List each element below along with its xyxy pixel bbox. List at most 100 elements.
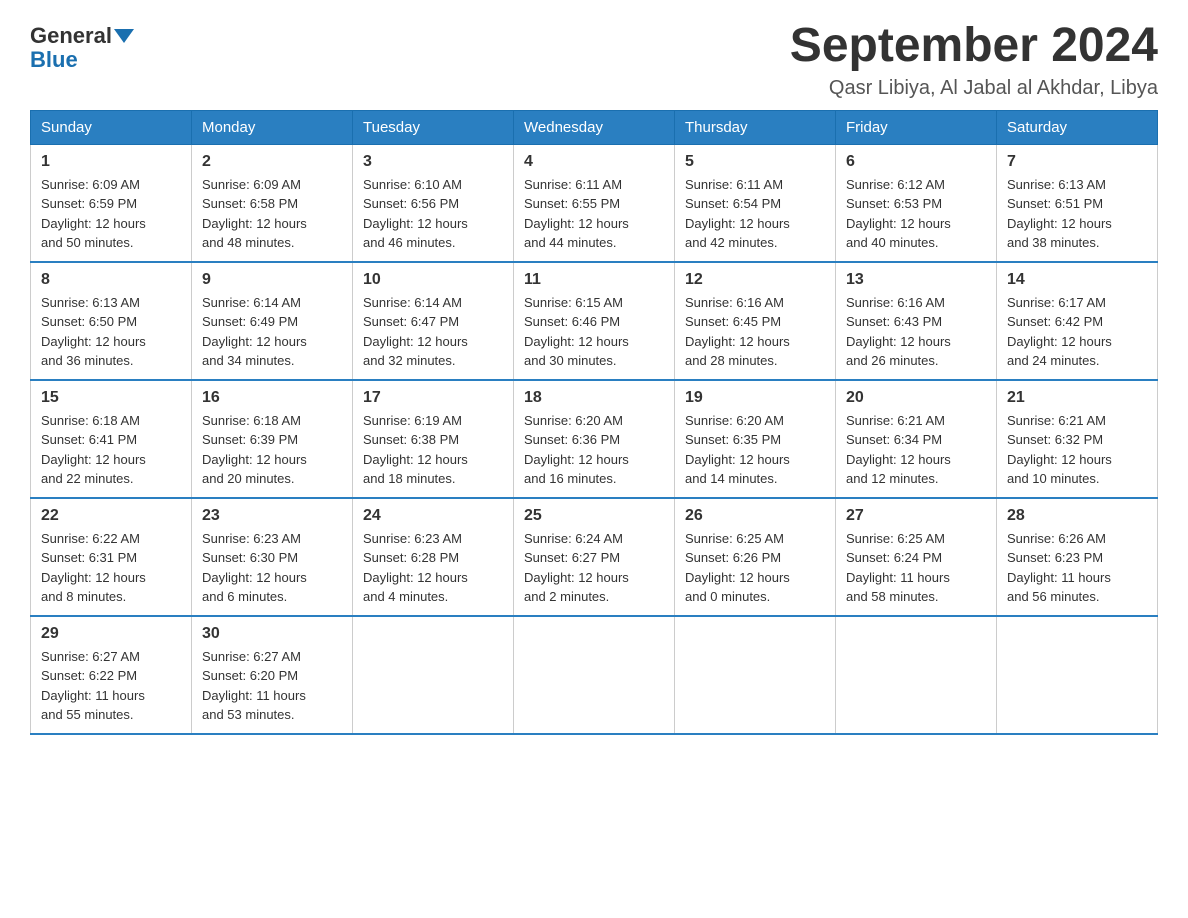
day-number: 27	[846, 507, 986, 525]
day-info: Sunrise: 6:17 AMSunset: 6:42 PMDaylight:…	[1007, 293, 1147, 371]
calendar-week-row: 29Sunrise: 6:27 AMSunset: 6:22 PMDayligh…	[31, 616, 1158, 734]
day-number: 4	[524, 153, 664, 171]
calendar-cell: 2Sunrise: 6:09 AMSunset: 6:58 PMDaylight…	[192, 144, 353, 262]
weekday-header-row: SundayMondayTuesdayWednesdayThursdayFrid…	[31, 110, 1158, 144]
day-info: Sunrise: 6:24 AMSunset: 6:27 PMDaylight:…	[524, 529, 664, 607]
calendar-cell: 13 Sunrise: 6:16 AMSunset: 6:43 PMDayligh…	[836, 262, 997, 380]
day-info: Sunrise: 6:13 AMSunset: 6:51 PMDaylight:…	[1007, 175, 1147, 253]
day-number: 7	[1007, 153, 1147, 171]
day-number: 29	[41, 625, 181, 643]
calendar-cell: 11 Sunrise: 6:15 AMSunset: 6:46 PMDayligh…	[514, 262, 675, 380]
day-info: Sunrise: 6:15 AMSunset: 6:46 PMDaylight:…	[524, 293, 664, 371]
day-number: 9	[202, 271, 342, 289]
day-info: Sunrise: 6:09 AMSunset: 6:58 PMDaylight:…	[202, 175, 342, 253]
day-info: Sunrise: 6:16 AMSunset: 6:43 PMDaylight:…	[846, 293, 986, 371]
calendar-cell: 30 Sunrise: 6:27 AMSunset: 6:20 PMDayligh…	[192, 616, 353, 734]
calendar-cell: 22Sunrise: 6:22 AMSunset: 6:31 PMDayligh…	[31, 498, 192, 616]
calendar-cell: 4Sunrise: 6:11 AMSunset: 6:55 PMDaylight…	[514, 144, 675, 262]
day-number: 5	[685, 153, 825, 171]
day-info: Sunrise: 6:11 AMSunset: 6:54 PMDaylight:…	[685, 175, 825, 253]
calendar-cell: 16Sunrise: 6:18 AMSunset: 6:39 PMDayligh…	[192, 380, 353, 498]
calendar-cell: 24 Sunrise: 6:23 AMSunset: 6:28 PMDayligh…	[353, 498, 514, 616]
calendar-title: September 2024	[790, 20, 1158, 73]
logo-triangle-icon	[114, 29, 134, 43]
calendar-cell: 3Sunrise: 6:10 AMSunset: 6:56 PMDaylight…	[353, 144, 514, 262]
day-number: 23	[202, 507, 342, 525]
day-number: 13	[846, 271, 986, 289]
day-number: 8	[41, 271, 181, 289]
weekday-header-wednesday: Wednesday	[514, 110, 675, 144]
day-number: 11	[524, 271, 664, 289]
day-number: 3	[363, 153, 503, 171]
calendar-cell: 17 Sunrise: 6:19 AMSunset: 6:38 PMDayligh…	[353, 380, 514, 498]
calendar-cell	[353, 616, 514, 734]
calendar-cell: 7 Sunrise: 6:13 AMSunset: 6:51 PMDaylight…	[997, 144, 1158, 262]
calendar-cell: 19 Sunrise: 6:20 AMSunset: 6:35 PMDayligh…	[675, 380, 836, 498]
day-info: Sunrise: 6:26 AMSunset: 6:23 PMDaylight:…	[1007, 529, 1147, 607]
day-info: Sunrise: 6:21 AMSunset: 6:32 PMDaylight:…	[1007, 411, 1147, 489]
day-info: Sunrise: 6:12 AMSunset: 6:53 PMDaylight:…	[846, 175, 986, 253]
calendar-cell: 27 Sunrise: 6:25 AMSunset: 6:24 PMDayligh…	[836, 498, 997, 616]
weekday-header-monday: Monday	[192, 110, 353, 144]
day-info: Sunrise: 6:27 AMSunset: 6:20 PMDaylight:…	[202, 647, 342, 725]
day-info: Sunrise: 6:09 AMSunset: 6:59 PMDaylight:…	[41, 175, 181, 253]
day-number: 26	[685, 507, 825, 525]
calendar-cell: 18Sunrise: 6:20 AMSunset: 6:36 PMDayligh…	[514, 380, 675, 498]
day-info: Sunrise: 6:16 AMSunset: 6:45 PMDaylight:…	[685, 293, 825, 371]
day-info: Sunrise: 6:18 AMSunset: 6:41 PMDaylight:…	[41, 411, 181, 489]
day-number: 16	[202, 389, 342, 407]
day-info: Sunrise: 6:14 AMSunset: 6:47 PMDaylight:…	[363, 293, 503, 371]
day-number: 21	[1007, 389, 1147, 407]
calendar-cell: 5 Sunrise: 6:11 AMSunset: 6:54 PMDaylight…	[675, 144, 836, 262]
day-info: Sunrise: 6:13 AMSunset: 6:50 PMDaylight:…	[41, 293, 181, 371]
logo: General Blue	[30, 25, 134, 73]
calendar-week-row: 15 Sunrise: 6:18 AMSunset: 6:41 PMDayligh…	[31, 380, 1158, 498]
day-number: 22	[41, 507, 181, 525]
weekday-header-thursday: Thursday	[675, 110, 836, 144]
calendar-cell: 23 Sunrise: 6:23 AMSunset: 6:30 PMDayligh…	[192, 498, 353, 616]
calendar-cell	[675, 616, 836, 734]
logo-blue: Blue	[30, 47, 78, 72]
calendar-cell	[514, 616, 675, 734]
day-number: 30	[202, 625, 342, 643]
day-info: Sunrise: 6:20 AMSunset: 6:35 PMDaylight:…	[685, 411, 825, 489]
calendar-cell: 29Sunrise: 6:27 AMSunset: 6:22 PMDayligh…	[31, 616, 192, 734]
day-info: Sunrise: 6:19 AMSunset: 6:38 PMDaylight:…	[363, 411, 503, 489]
calendar-cell: 15 Sunrise: 6:18 AMSunset: 6:41 PMDayligh…	[31, 380, 192, 498]
calendar-cell	[997, 616, 1158, 734]
calendar-week-row: 8 Sunrise: 6:13 AMSunset: 6:50 PMDaylight…	[31, 262, 1158, 380]
calendar-table: SundayMondayTuesdayWednesdayThursdayFrid…	[30, 110, 1158, 735]
weekday-header-friday: Friday	[836, 110, 997, 144]
calendar-cell: 10 Sunrise: 6:14 AMSunset: 6:47 PMDayligh…	[353, 262, 514, 380]
calendar-week-row: 22Sunrise: 6:22 AMSunset: 6:31 PMDayligh…	[31, 498, 1158, 616]
calendar-cell: 1 Sunrise: 6:09 AMSunset: 6:59 PMDaylight…	[31, 144, 192, 262]
day-info: Sunrise: 6:25 AMSunset: 6:24 PMDaylight:…	[846, 529, 986, 607]
weekday-header-sunday: Sunday	[31, 110, 192, 144]
day-number: 19	[685, 389, 825, 407]
calendar-cell: 9Sunrise: 6:14 AMSunset: 6:49 PMDaylight…	[192, 262, 353, 380]
day-info: Sunrise: 6:23 AMSunset: 6:30 PMDaylight:…	[202, 529, 342, 607]
weekday-header-saturday: Saturday	[997, 110, 1158, 144]
calendar-cell: 20 Sunrise: 6:21 AMSunset: 6:34 PMDayligh…	[836, 380, 997, 498]
calendar-cell: 26 Sunrise: 6:25 AMSunset: 6:26 PMDayligh…	[675, 498, 836, 616]
day-number: 18	[524, 389, 664, 407]
day-number: 6	[846, 153, 986, 171]
day-info: Sunrise: 6:23 AMSunset: 6:28 PMDaylight:…	[363, 529, 503, 607]
calendar-cell: 14 Sunrise: 6:17 AMSunset: 6:42 PMDayligh…	[997, 262, 1158, 380]
day-number: 17	[363, 389, 503, 407]
day-number: 1	[41, 153, 181, 171]
day-number: 15	[41, 389, 181, 407]
logo-general: General	[30, 25, 112, 47]
day-info: Sunrise: 6:25 AMSunset: 6:26 PMDaylight:…	[685, 529, 825, 607]
day-number: 10	[363, 271, 503, 289]
day-number: 24	[363, 507, 503, 525]
calendar-cell: 6 Sunrise: 6:12 AMSunset: 6:53 PMDaylight…	[836, 144, 997, 262]
calendar-cell: 25Sunrise: 6:24 AMSunset: 6:27 PMDayligh…	[514, 498, 675, 616]
calendar-cell	[836, 616, 997, 734]
day-number: 20	[846, 389, 986, 407]
day-info: Sunrise: 6:21 AMSunset: 6:34 PMDaylight:…	[846, 411, 986, 489]
weekday-header-tuesday: Tuesday	[353, 110, 514, 144]
day-number: 28	[1007, 507, 1147, 525]
page-header: General Blue September 2024 Qasr Libiya,…	[30, 20, 1158, 100]
day-number: 14	[1007, 271, 1147, 289]
